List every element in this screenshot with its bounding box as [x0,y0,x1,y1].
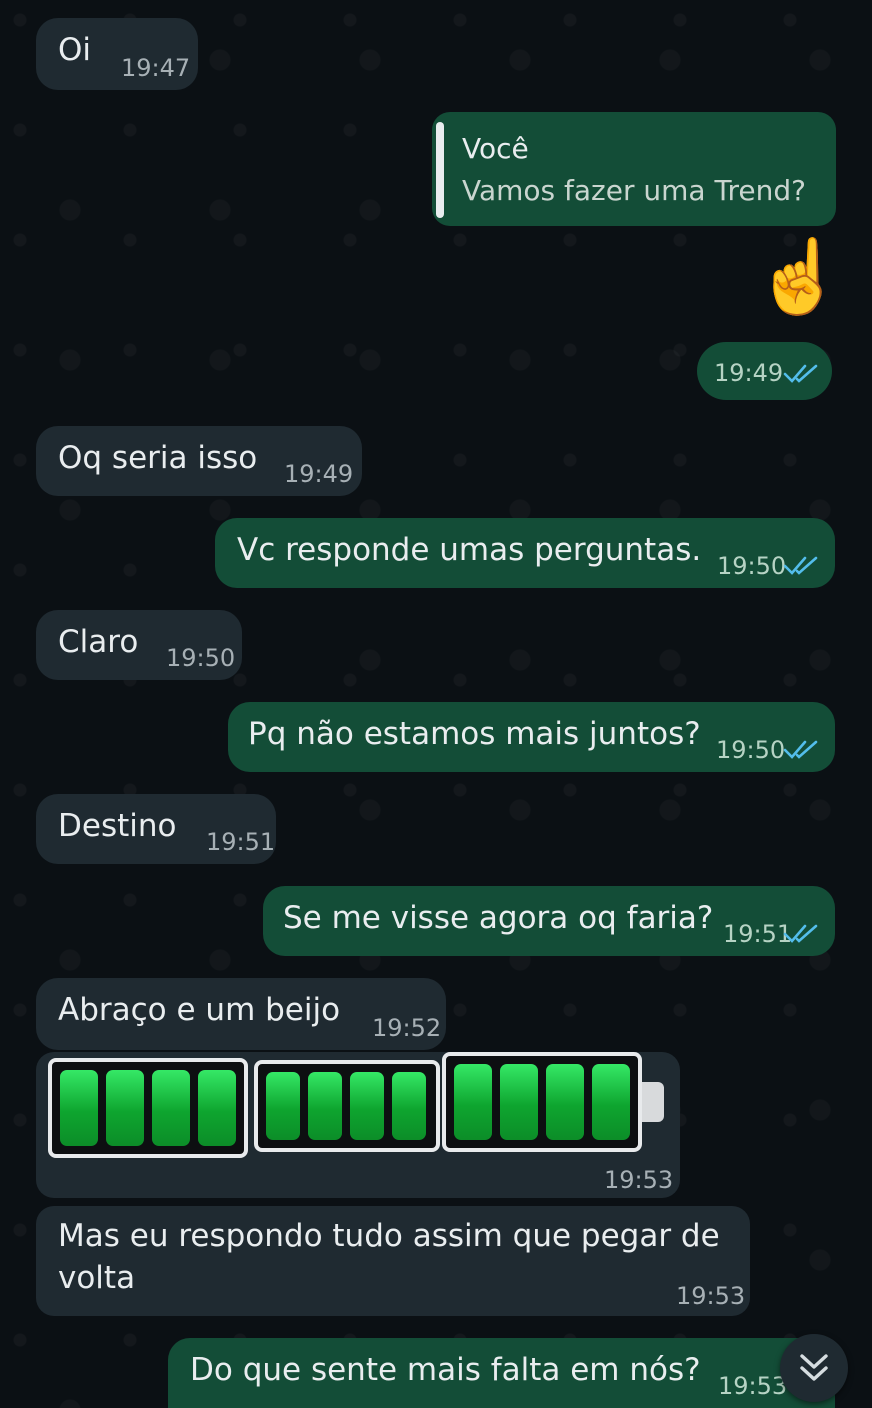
message-incoming[interactable]: Mas eu respondo tudo assim que pegar de … [36,1206,750,1316]
battery-tip [642,1082,664,1122]
double-check-icon [783,740,818,759]
message-text: Do que sente mais falta em nós? [190,1352,701,1388]
quote-text: Vamos fazer uma Trend? [462,174,806,207]
message-time: 19:53 [718,1372,788,1400]
message-time: 19:52 [372,1014,442,1042]
message-outgoing-time-pill[interactable]: 19:49 [697,342,832,400]
message-incoming[interactable]: Destino 19:51 [36,794,276,864]
message-text: Vc responde umas perguntas. [237,532,702,568]
message-text: Oq seria isso [58,440,258,476]
pointing-up-emoji: ☝️ [754,234,844,318]
message-time: 19:51 [723,920,793,948]
quote-author: Você [462,132,529,165]
message-time: 19:51 [206,828,276,856]
message-outgoing-quote[interactable]: Você Vamos fazer uma Trend? [432,112,836,226]
message-time: 19:53 [604,1166,674,1194]
message-incoming[interactable]: Oi 19:47 [36,18,198,90]
double-check-icon [783,924,818,943]
double-check-icon [783,364,818,383]
message-time: 19:53 [676,1282,746,1310]
message-time: 19:49 [714,359,784,387]
scroll-to-bottom-button[interactable] [780,1334,848,1402]
message-time: 19:50 [716,736,786,764]
message-text: Pq não estamos mais juntos? [248,716,701,752]
message-incoming-media[interactable]: 19:53 [36,1052,680,1198]
message-text: Abraço e um beijo [58,992,341,1028]
message-time: 19:47 [121,54,191,82]
quote-bar [436,122,444,218]
message-incoming[interactable]: Abraço e um beijo 19:52 [36,978,446,1050]
message-incoming[interactable]: Oq seria isso 19:49 [36,426,362,496]
chevron-double-down-icon [800,1354,828,1381]
double-check-icon [783,556,818,575]
battery-sticker [442,1052,642,1152]
message-text: Oi [58,32,92,68]
message-time: 19:50 [166,644,236,672]
message-text-line: Mas eu respondo tudo assim que pegar de [58,1218,720,1254]
message-text: Se me visse agora oq faria? [283,900,714,936]
message-outgoing[interactable]: Do que sente mais falta em nós? 19:53 [168,1338,835,1408]
battery-sticker [254,1060,440,1152]
message-text-line: volta [58,1260,136,1296]
message-time: 19:49 [284,460,354,488]
message-time: 19:50 [717,552,787,580]
message-outgoing[interactable]: Pq não estamos mais juntos? 19:50 [228,702,835,772]
message-incoming[interactable]: Claro 19:50 [36,610,242,680]
message-outgoing[interactable]: Se me visse agora oq faria? 19:51 [263,886,835,956]
message-text: Destino [58,808,177,844]
battery-sticker [48,1058,248,1158]
message-outgoing[interactable]: Vc responde umas perguntas. 19:50 [215,518,835,588]
message-text: Claro [58,624,139,660]
